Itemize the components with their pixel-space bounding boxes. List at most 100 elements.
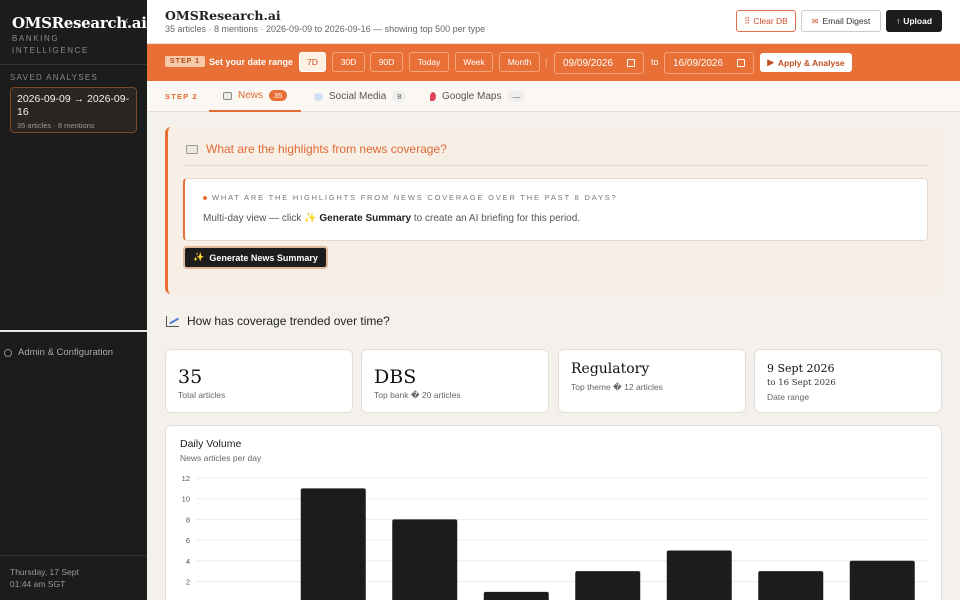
trend-chart-icon [166, 315, 179, 327]
map-pin-icon [430, 92, 436, 101]
generate-summary-label: Generate News Summary [209, 252, 318, 263]
admin-config-label: Admin & Configuration [18, 347, 114, 358]
chart-bar[interactable] [758, 571, 824, 600]
date-range-label: Set your date range [209, 57, 294, 67]
stat-bank-label: Top bank � 20 articles [374, 390, 461, 400]
saved-analysis-item[interactable]: 2026-09-09 → 2026-09-16 35 articles · 8 … [10, 87, 137, 133]
to-date-input[interactable]: 16/09/2026 [664, 52, 754, 74]
source-tabs-bar: STEP 2 News 35 Social Media 8 Google Map… [147, 81, 960, 112]
apply-analyse-label: Apply & Analyse [777, 57, 845, 68]
chart-bar[interactable] [666, 550, 732, 600]
step2-badge: STEP 2 [165, 92, 198, 101]
sidebar: OMSResearch.ai BANKING INTELLIGENCE ‹ SA… [0, 0, 147, 600]
bullet-dot-icon [203, 195, 207, 200]
chart-bar[interactable] [483, 591, 549, 600]
highlights-instruction: Multi-day view — click ✨ Generate Summar… [203, 213, 580, 224]
range-7d-button[interactable]: 7D [299, 52, 326, 72]
range-30d-button[interactable]: 30D [332, 52, 365, 72]
range-month-button[interactable]: Month [499, 52, 540, 72]
newspaper-icon [223, 91, 232, 100]
chart-bar[interactable] [575, 571, 641, 600]
saved-analyses-heading: SAVED ANALYSES [10, 73, 99, 82]
email-digest-button[interactable]: ✉ Email Digest [801, 10, 881, 32]
gear-icon [4, 348, 12, 357]
highlights-question: WHAT ARE THE HIGHLIGHTS FROM NEWS COVERA… [203, 193, 618, 202]
brand-subtitle: BANKING INTELLIGENCE [12, 34, 89, 55]
to-label: to [651, 57, 659, 67]
daily-volume-chart: 024681012 [182, 474, 928, 600]
clock-date: Thursday, 17 Sept [10, 567, 79, 577]
instruction-post: to create an AI briefing for this period… [413, 213, 581, 224]
highlights-question-text: WHAT ARE THE HIGHLIGHTS FROM NEWS COVERA… [212, 193, 618, 202]
tab-social-media-label: Social Media [329, 91, 387, 102]
sidebar-divider [0, 555, 147, 556]
tab-social-media-count: 8 [392, 91, 407, 102]
clock: Thursday, 17 Sept 01:44 am SGT [10, 566, 79, 590]
upload-button[interactable]: ↑ Upload [886, 10, 942, 32]
chart-bar[interactable] [300, 488, 366, 600]
saved-analysis-title: 2026-09-09 → 2026-09-16 [17, 93, 130, 118]
tab-news-label: News [238, 90, 264, 101]
range-separator: | [545, 57, 548, 67]
tab-news-count: 35 [269, 90, 288, 101]
sidebar-divider [0, 330, 147, 332]
stat-card-total-articles: 35 Total articles [165, 349, 353, 413]
trend-heading: How has coverage trended over time? [166, 314, 390, 328]
stat-theme-label: Top theme � 12 articles [571, 382, 663, 392]
email-digest-label: Email Digest [822, 16, 871, 26]
upload-arrow-icon: ↑ [895, 16, 901, 26]
stat-card-top-theme: Regulatory Top theme � 12 articles [558, 349, 746, 413]
stat-card-top-bank: DBS Top bank � 20 articles [361, 349, 549, 413]
step1-badge: STEP 1 [165, 56, 205, 67]
tab-social-media[interactable]: Social Media 8 [314, 81, 407, 112]
stat-date-to: to 16 Sept 2026 [767, 378, 836, 388]
sparkles-icon: ✨ [193, 252, 205, 262]
stat-date-from: 9 Sept 2026 [767, 362, 835, 375]
y-tick-label: 10 [182, 495, 190, 504]
page-subtitle: 35 articles · 8 mentions · 2026-09-09 to… [165, 24, 486, 34]
daily-volume-chart-card: Daily Volume News articles per day 02468… [165, 425, 942, 600]
mail-icon: ✉ [811, 16, 819, 26]
admin-config-link[interactable]: Admin & Configuration [4, 347, 113, 358]
y-tick-label: 8 [186, 515, 190, 524]
chart-bar[interactable] [849, 560, 915, 600]
range-week-button[interactable]: Week [455, 52, 493, 72]
stat-card-date-range: 9 Sept 2026 to 16 Sept 2026 Date range [754, 349, 942, 413]
range-today-button[interactable]: Today [409, 52, 449, 72]
tab-google-maps-label: Google Maps [442, 91, 502, 102]
trash-icon: ⠿ [744, 15, 751, 26]
saved-analysis-meta: 35 articles · 8 mentions [17, 121, 95, 130]
newspaper-icon [186, 144, 198, 154]
play-icon: ▶ [767, 57, 774, 67]
sparkles-icon: ✨ [304, 213, 317, 224]
tab-google-maps-count: — [507, 91, 525, 102]
chart-bar[interactable] [392, 519, 458, 600]
tab-news[interactable]: News 35 [209, 81, 302, 112]
instruction-pre: Multi-day view — click [203, 213, 302, 224]
header: OMSResearch.ai 35 articles · 8 mentions … [147, 0, 960, 44]
highlights-prompt-box: WHAT ARE THE HIGHLIGHTS FROM NEWS COVERA… [183, 178, 928, 241]
calendar-icon[interactable] [627, 59, 635, 67]
stat-total-label: Total articles [178, 390, 226, 400]
clock-time: 01:44 am SGT [10, 579, 66, 589]
collapse-sidebar-icon[interactable]: ‹ [125, 15, 129, 27]
clear-db-label: Clear DB [753, 16, 788, 26]
trend-title: How has coverage trended over time? [187, 314, 390, 328]
date-range-bar: STEP 1 Set your date range 7D 30D 90D To… [147, 44, 960, 81]
range-90d-button[interactable]: 90D [370, 52, 403, 72]
from-date-input[interactable]: 09/09/2026 [554, 52, 644, 74]
clear-db-button[interactable]: ⠿ Clear DB [736, 10, 796, 32]
generate-news-summary-button[interactable]: ✨ Generate News Summary [183, 246, 328, 269]
from-date-value: 09/09/2026 [563, 57, 614, 69]
calendar-icon[interactable] [737, 59, 745, 67]
y-tick-label: 6 [186, 536, 190, 545]
apply-analyse-button[interactable]: ▶ Apply & Analyse [760, 53, 852, 72]
stat-date-label: Date range [767, 392, 810, 402]
upload-label: Upload [903, 16, 933, 26]
tab-google-maps[interactable]: Google Maps — [430, 81, 525, 112]
stat-theme-value: Regulatory [571, 361, 650, 377]
highlights-heading: What are the highlights from news covera… [186, 142, 447, 156]
y-tick-label: 12 [182, 474, 190, 483]
highlights-divider [183, 165, 928, 166]
y-tick-label: 2 [186, 578, 190, 587]
